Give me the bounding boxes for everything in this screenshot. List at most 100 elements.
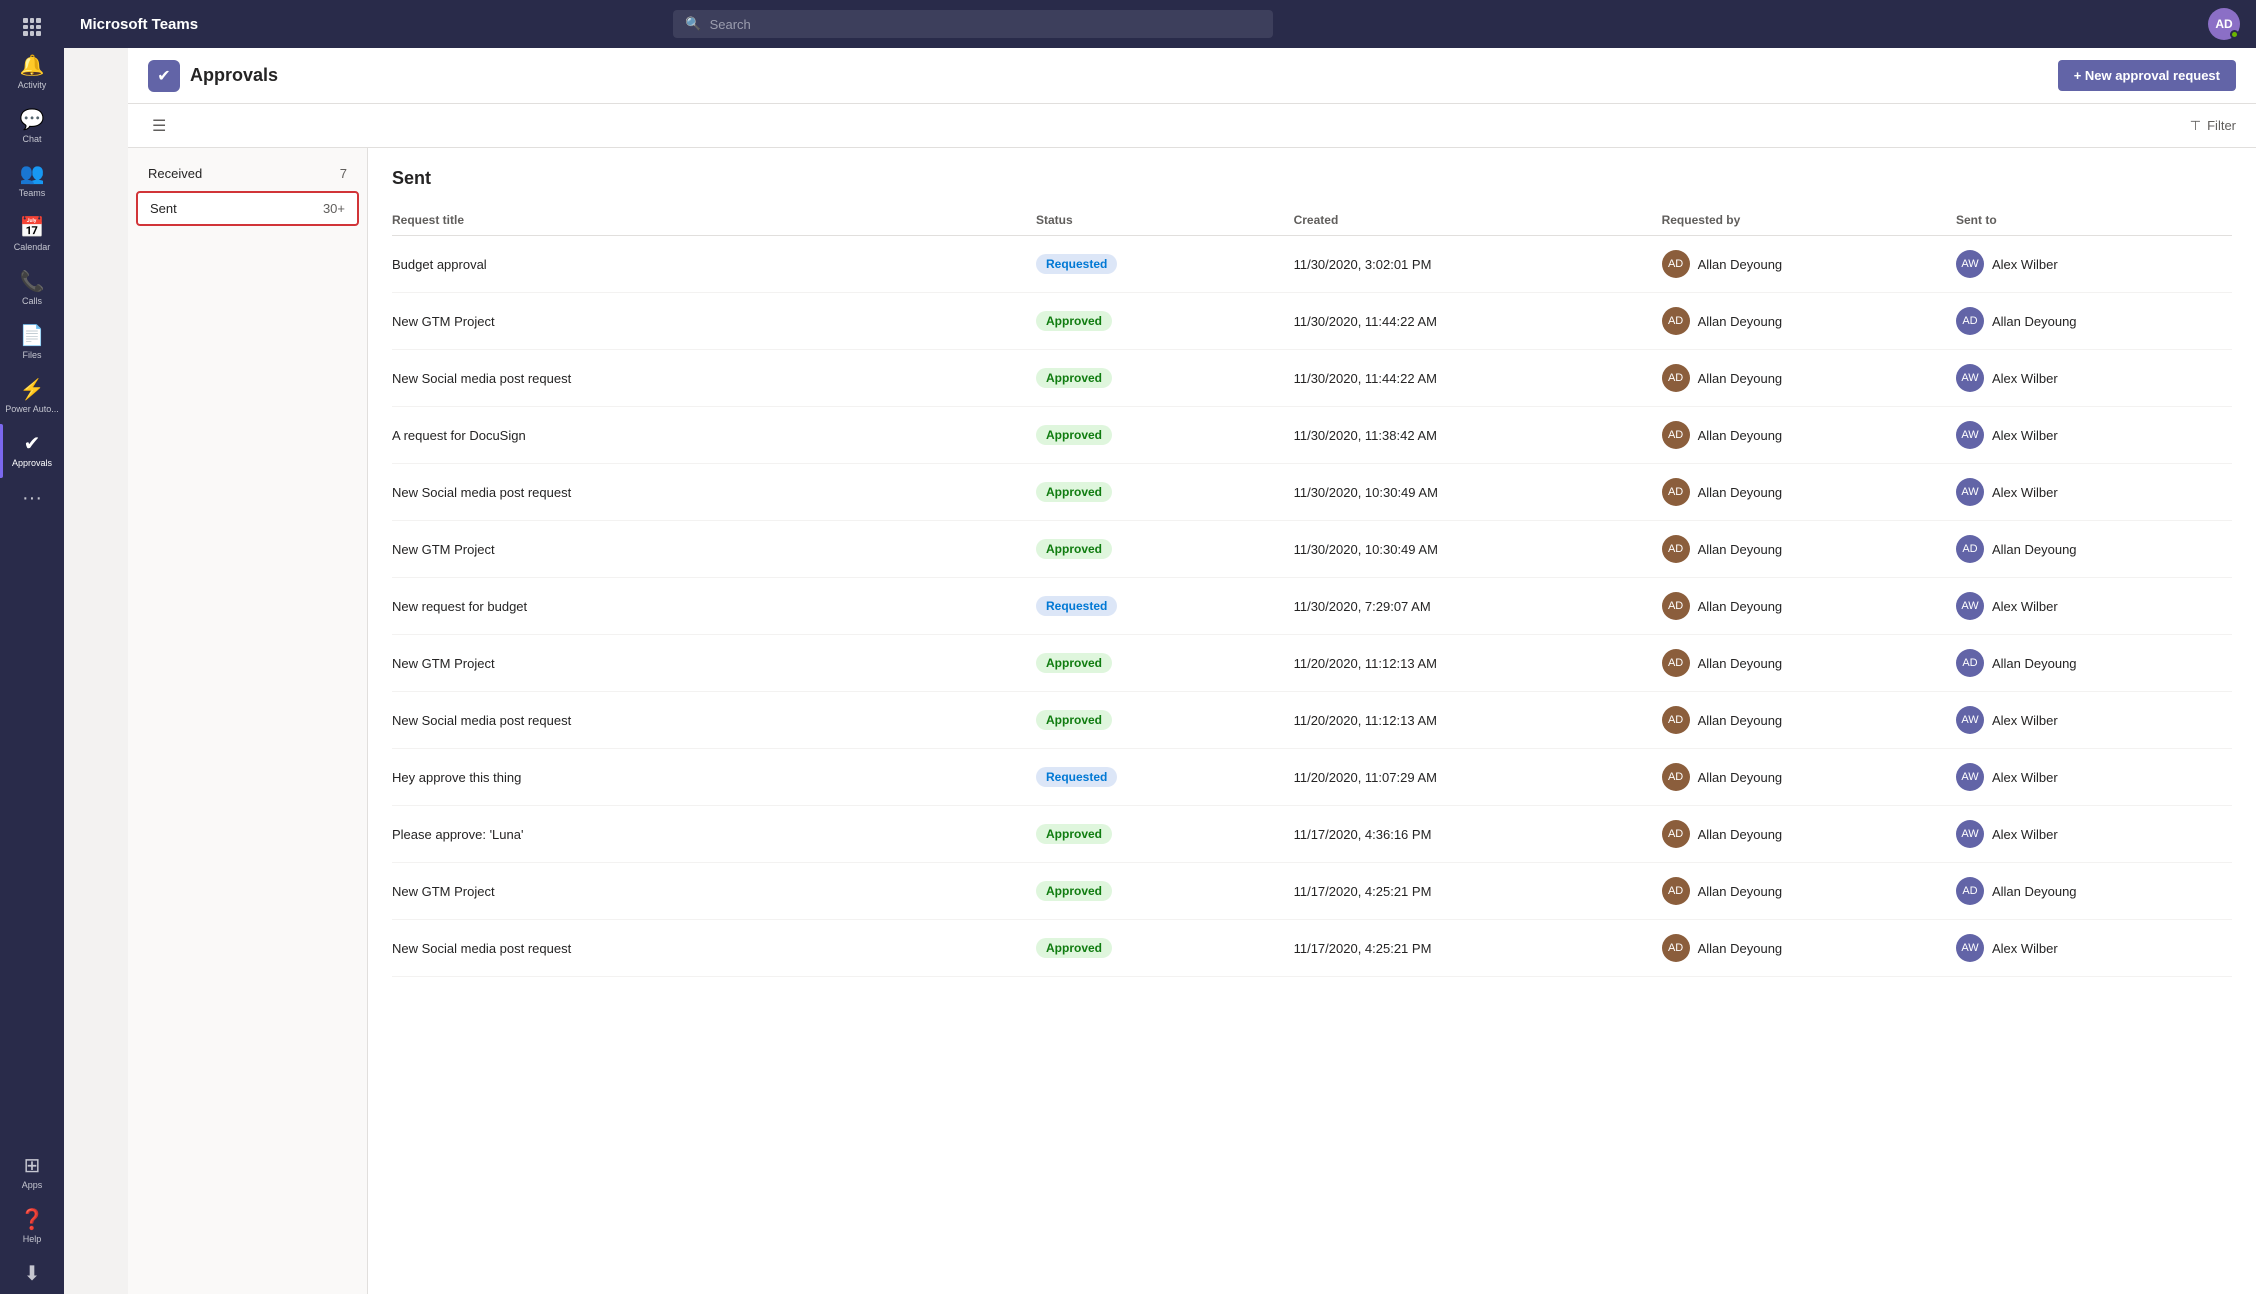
cell-created: 11/17/2020, 4:25:21 PM	[1294, 863, 1662, 920]
status-badge: Approved	[1036, 881, 1112, 901]
cell-title: Hey approve this thing	[392, 749, 1036, 806]
nav-sent-count: 30+	[323, 201, 345, 216]
sidebar-item-more[interactable]: ···	[0, 478, 64, 518]
sidebar-item-download[interactable]: ⬇	[0, 1254, 64, 1294]
sidebar-item-activity[interactable]: 🔔 Activity	[0, 46, 64, 100]
requested-by-name: Allan Deyoung	[1698, 770, 1783, 785]
avatar-requested: AD	[1662, 478, 1690, 506]
cell-title: New GTM Project	[392, 521, 1036, 578]
table-row[interactable]: New Social media post request Approved 1…	[392, 692, 2232, 749]
table-row[interactable]: New GTM Project Approved 11/17/2020, 4:2…	[392, 863, 2232, 920]
cell-sent-to: AD Allan Deyoung	[1956, 293, 2232, 350]
search-bar[interactable]: 🔍	[673, 10, 1273, 38]
sidebar-item-calls[interactable]: 📞 Calls	[0, 262, 64, 316]
avatar-requested: AD	[1662, 307, 1690, 335]
app-title: Microsoft Teams	[80, 16, 198, 33]
cell-sent-to: AW Alex Wilber	[1956, 920, 2232, 977]
hamburger-button[interactable]: ☰	[148, 112, 170, 140]
avatar-requested: AD	[1662, 592, 1690, 620]
cell-sent-to: AW Alex Wilber	[1956, 236, 2232, 293]
sent-to-name: Alex Wilber	[1992, 428, 2058, 443]
cell-title: A request for DocuSign	[392, 407, 1036, 464]
nav-received-count: 7	[340, 166, 347, 181]
sent-to-name: Allan Deyoung	[1992, 884, 2077, 899]
status-badge: Approved	[1036, 938, 1112, 958]
cell-status: Approved	[1036, 293, 1294, 350]
cell-status: Requested	[1036, 578, 1294, 635]
sent-to-name: Alex Wilber	[1992, 941, 2058, 956]
sidebar-label-calls: Calls	[22, 296, 42, 306]
sidebar-item-approvals[interactable]: ✔ Approvals	[0, 424, 64, 478]
sidebar-label-calendar: Calendar	[14, 242, 51, 252]
cell-requested-by: AD Allan Deyoung	[1662, 749, 1956, 806]
sidebar-item-teams[interactable]: 👥 Teams	[0, 154, 64, 208]
new-approval-button[interactable]: + New approval request	[2058, 60, 2236, 91]
cell-created: 11/30/2020, 11:44:22 AM	[1294, 293, 1662, 350]
cell-created: 11/17/2020, 4:36:16 PM	[1294, 806, 1662, 863]
page-title: Approvals	[190, 65, 278, 86]
cell-sent-to: AW Alex Wilber	[1956, 407, 2232, 464]
avatar[interactable]: AD	[2208, 8, 2240, 40]
avatar-requested: AD	[1662, 421, 1690, 449]
nav-item-sent[interactable]: Sent 30+	[136, 191, 359, 226]
apps-icon: ⊞	[24, 1156, 41, 1176]
col-header-created: Created	[1294, 205, 1662, 236]
col-header-requested: Requested by	[1662, 205, 1956, 236]
table-row[interactable]: Hey approve this thing Requested 11/20/2…	[392, 749, 2232, 806]
search-icon: 🔍	[685, 16, 701, 32]
filter-label: Filter	[2207, 118, 2236, 133]
cell-status: Approved	[1036, 407, 1294, 464]
cell-title: New GTM Project	[392, 863, 1036, 920]
table-row[interactable]: New GTM Project Approved 11/30/2020, 11:…	[392, 293, 2232, 350]
avatar-sentto: AW	[1956, 478, 1984, 506]
table-row[interactable]: New Social media post request Approved 1…	[392, 464, 2232, 521]
requested-by-name: Allan Deyoung	[1698, 314, 1783, 329]
table-row[interactable]: New request for budget Requested 11/30/2…	[392, 578, 2232, 635]
table-row[interactable]: New Social media post request Approved 1…	[392, 350, 2232, 407]
help-icon: ❓	[20, 1210, 45, 1230]
toolbar: ☰ ⊤ Filter	[128, 104, 2256, 148]
sidebar-item-power-automate[interactable]: ⚡ Power Auto...	[0, 370, 64, 424]
table-row[interactable]: A request for DocuSign Approved 11/30/20…	[392, 407, 2232, 464]
sidebar-item-apps[interactable]: ⊞ Apps	[0, 1146, 64, 1200]
avatar-sentto: AW	[1956, 763, 1984, 791]
table-row[interactable]: New GTM Project Approved 11/20/2020, 11:…	[392, 635, 2232, 692]
cell-sent-to: AW Alex Wilber	[1956, 578, 2232, 635]
approvals-table: Request title Status Created Requested b…	[392, 205, 2232, 977]
avatar-sentto: AW	[1956, 364, 1984, 392]
nav-sent-label: Sent	[150, 201, 177, 216]
activity-icon: 🔔	[20, 56, 45, 76]
search-input[interactable]	[710, 17, 1262, 32]
requested-by-name: Allan Deyoung	[1698, 485, 1783, 500]
avatar-sentto: AW	[1956, 592, 1984, 620]
status-badge: Approved	[1036, 710, 1112, 730]
approvals-icon: ✔	[24, 434, 41, 454]
filter-button[interactable]: ⊤ Filter	[2190, 118, 2236, 134]
sent-to-name: Alex Wilber	[1992, 485, 2058, 500]
sidebar-item-files[interactable]: 📄 Files	[0, 316, 64, 370]
nav-item-received[interactable]: Received 7	[128, 156, 367, 191]
table-row[interactable]: New Social media post request Approved 1…	[392, 920, 2232, 977]
cell-requested-by: AD Allan Deyoung	[1662, 350, 1956, 407]
cell-title: New GTM Project	[392, 635, 1036, 692]
sidebar-item-grid[interactable]	[0, 8, 64, 46]
status-dot	[2230, 30, 2239, 39]
sent-to-name: Alex Wilber	[1992, 713, 2058, 728]
sidebar-item-help[interactable]: ❓ Help	[0, 1200, 64, 1254]
avatar-requested: AD	[1662, 877, 1690, 905]
table-row[interactable]: Budget approval Requested 11/30/2020, 3:…	[392, 236, 2232, 293]
table-row[interactable]: Please approve: 'Luna' Approved 11/17/20…	[392, 806, 2232, 863]
cell-requested-by: AD Allan Deyoung	[1662, 806, 1956, 863]
table-row[interactable]: New GTM Project Approved 11/30/2020, 10:…	[392, 521, 2232, 578]
sidebar-item-calendar[interactable]: 📅 Calendar	[0, 208, 64, 262]
avatar-requested: AD	[1662, 763, 1690, 791]
calendar-icon: 📅	[20, 218, 45, 238]
cell-title: New Social media post request	[392, 692, 1036, 749]
cell-status: Approved	[1036, 464, 1294, 521]
cell-status: Approved	[1036, 806, 1294, 863]
requested-by-name: Allan Deyoung	[1698, 371, 1783, 386]
sent-to-name: Alex Wilber	[1992, 827, 2058, 842]
sidebar-item-chat[interactable]: 💬 Chat	[0, 100, 64, 154]
cell-created: 11/30/2020, 7:29:07 AM	[1294, 578, 1662, 635]
chat-icon: 💬	[20, 110, 45, 130]
